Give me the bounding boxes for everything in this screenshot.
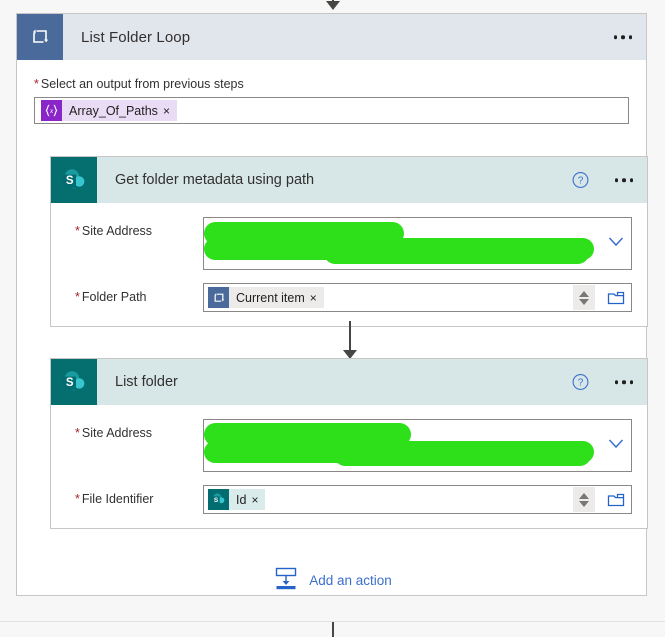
sharepoint-icon: S bbox=[51, 359, 97, 405]
svg-text:S: S bbox=[66, 377, 74, 389]
required-marker: * bbox=[75, 224, 80, 238]
token-current-item[interactable]: Current item × bbox=[208, 287, 324, 308]
action-card-body: * Site Address bbox=[51, 405, 647, 528]
site-address-combobox[interactable] bbox=[203, 419, 632, 472]
loop-icon bbox=[208, 287, 229, 308]
token-label: Current item bbox=[236, 290, 305, 305]
field-label-text: Site Address bbox=[81, 224, 153, 238]
redaction-mark bbox=[324, 242, 589, 264]
field-label-folder-path: * Folder Path bbox=[63, 283, 203, 304]
file-identifier-input[interactable]: S Id × bbox=[203, 485, 632, 514]
loop-card-title: List Folder Loop bbox=[81, 28, 191, 46]
loop-card-body: * Select an output from previous steps x … bbox=[17, 60, 646, 140]
field-label-text: Folder Path bbox=[81, 290, 147, 304]
field-label-file-identifier: * File Identifier bbox=[63, 485, 203, 506]
action-overflow-menu-button[interactable] bbox=[614, 380, 633, 384]
redaction-mark bbox=[334, 444, 591, 466]
loop-card[interactable]: List Folder Loop * Select an output from … bbox=[16, 13, 648, 596]
field-site-address: * Site Address bbox=[63, 419, 632, 472]
field-site-address: * Site Address bbox=[63, 217, 632, 270]
expression-braces-icon: x bbox=[41, 100, 62, 121]
svg-text:S: S bbox=[214, 497, 219, 504]
connector-arrow-top bbox=[0, 0, 665, 10]
flow-designer-canvas: List Folder Loop * Select an output from … bbox=[0, 0, 665, 637]
action-overflow-menu-button[interactable] bbox=[614, 178, 633, 182]
field-label-site-address: * Site Address bbox=[63, 217, 203, 238]
output-field-label-text: Select an output from previous steps bbox=[40, 77, 244, 91]
loop-icon bbox=[17, 14, 63, 60]
required-marker: * bbox=[75, 426, 80, 440]
svg-text:S: S bbox=[66, 175, 74, 187]
token-id[interactable]: S Id × bbox=[208, 489, 266, 510]
insert-action-icon bbox=[273, 565, 299, 596]
action-card-get-folder-metadata[interactable]: S Get folder metadata using path ? * Sit… bbox=[50, 156, 648, 327]
required-marker: * bbox=[34, 77, 39, 91]
token-label: Id bbox=[236, 492, 247, 507]
action-card-header[interactable]: S Get folder metadata using path ? bbox=[51, 157, 647, 203]
output-field-label: * Select an output from previous steps bbox=[34, 77, 629, 91]
token-array-of-paths[interactable]: x Array_Of_Paths × bbox=[41, 100, 177, 121]
folder-picker-icon[interactable] bbox=[607, 290, 625, 306]
required-marker: * bbox=[75, 290, 80, 304]
add-action-button[interactable]: Add an action bbox=[0, 565, 665, 596]
token-remove-button[interactable]: × bbox=[251, 494, 265, 506]
action-card-list-folder[interactable]: S List folder ? * Site Address * File Id… bbox=[50, 358, 648, 529]
sharepoint-icon: S bbox=[51, 157, 97, 203]
loop-card-header[interactable]: List Folder Loop bbox=[17, 14, 646, 60]
output-picker-input[interactable]: x Array_Of_Paths × bbox=[34, 97, 629, 124]
field-label-text: Site Address bbox=[81, 426, 153, 440]
help-icon[interactable]: ? bbox=[572, 172, 589, 189]
token-label: Array_Of_Paths bbox=[69, 103, 158, 118]
field-file-identifier: * File Identifier S Id × bbox=[63, 485, 632, 514]
dynamic-content-spinner[interactable] bbox=[573, 487, 595, 512]
loop-overflow-menu-button[interactable] bbox=[613, 35, 632, 39]
add-action-label: Add an action bbox=[309, 573, 392, 588]
chevron-down-icon[interactable] bbox=[607, 436, 625, 455]
connector-arrow-bottom bbox=[0, 622, 665, 637]
help-icon[interactable]: ? bbox=[572, 374, 589, 391]
action-card-title: Get folder metadata using path bbox=[115, 172, 315, 188]
required-marker: * bbox=[75, 492, 80, 506]
svg-text:x: x bbox=[49, 106, 54, 115]
action-card-title: List folder bbox=[115, 374, 178, 390]
field-label-site-address: * Site Address bbox=[63, 419, 203, 440]
action-card-body: * Site Address bbox=[51, 203, 647, 326]
token-remove-button[interactable]: × bbox=[310, 292, 324, 304]
token-remove-button[interactable]: × bbox=[163, 105, 177, 117]
field-label-text: File Identifier bbox=[81, 492, 154, 506]
svg-text:?: ? bbox=[578, 378, 584, 389]
sharepoint-icon: S bbox=[208, 489, 229, 510]
folder-path-input[interactable]: Current item × bbox=[203, 283, 632, 312]
folder-picker-icon[interactable] bbox=[607, 492, 625, 508]
canvas-bottom-divider bbox=[0, 621, 665, 622]
site-address-combobox[interactable] bbox=[203, 217, 632, 270]
chevron-down-icon[interactable] bbox=[607, 234, 625, 253]
dynamic-content-spinner[interactable] bbox=[573, 285, 595, 310]
svg-text:?: ? bbox=[578, 176, 584, 187]
action-card-header[interactable]: S List folder ? bbox=[51, 359, 647, 405]
field-folder-path: * Folder Path Current item × bbox=[63, 283, 632, 312]
